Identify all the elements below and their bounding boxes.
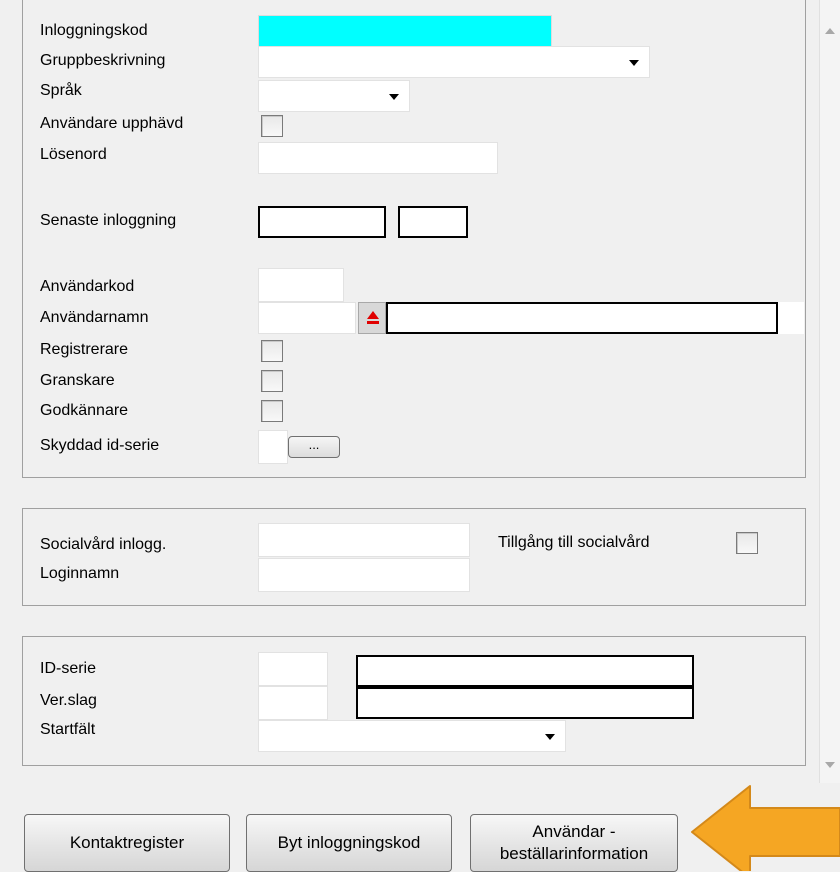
reviewer-checkbox[interactable] — [261, 370, 283, 392]
user-orderer-label-line1: Användar - — [532, 822, 616, 841]
user-revoked-checkbox[interactable] — [261, 115, 283, 137]
approver-label: Godkännare — [40, 402, 129, 419]
change-login-code-button[interactable]: Byt inloggningskod — [246, 814, 452, 872]
eject-icon[interactable] — [358, 302, 386, 334]
chevron-down-icon — [389, 94, 399, 100]
start-field-select[interactable] — [258, 720, 566, 752]
social-login-input[interactable] — [258, 523, 470, 557]
user-revoked-label: Användare upphävd — [40, 115, 184, 132]
voucher-type-code-input[interactable] — [258, 686, 328, 720]
contact-register-label: Kontaktregister — [69, 833, 185, 852]
social-access-label: Tillgång till socialvård — [498, 534, 650, 551]
user-code-label: Användarkod — [40, 278, 135, 295]
registrar-checkbox[interactable] — [261, 340, 283, 362]
approver-checkbox[interactable] — [261, 400, 283, 422]
scroll-down-icon[interactable] — [825, 762, 835, 768]
last-login-label: Senaste inloggning — [40, 212, 177, 229]
user-name-label: Användarnamn — [40, 309, 149, 326]
social-access-checkbox[interactable] — [736, 532, 758, 554]
browse-button[interactable]: ... — [288, 436, 340, 458]
protected-id-series-label: Skyddad id-serie — [40, 437, 160, 454]
scroll-up-icon[interactable] — [825, 28, 835, 34]
protected-id-series-input[interactable] — [258, 430, 288, 464]
change-login-code-label: Byt inloggningskod — [277, 833, 421, 852]
group-description-label: Gruppbeskrivning — [40, 52, 166, 69]
password-input[interactable] — [258, 142, 498, 174]
user-orderer-info-button[interactable]: Användar - beställarinformation — [470, 814, 678, 872]
password-label: Lösenord — [40, 146, 107, 163]
user-name-filler — [778, 302, 804, 334]
last-login-date-field — [258, 206, 386, 238]
registrar-label: Registrerare — [40, 341, 129, 358]
chevron-down-icon — [545, 734, 555, 740]
user-name-code-input[interactable] — [258, 302, 356, 334]
user-orderer-label-line2: beställarinformation — [499, 844, 649, 863]
arrow-left-icon — [691, 785, 840, 871]
language-select[interactable] — [258, 80, 410, 112]
user-name-field — [386, 302, 778, 334]
id-series-label: ID-serie — [40, 660, 97, 677]
id-series-description-field — [356, 655, 694, 687]
chevron-down-icon — [629, 60, 639, 66]
language-label: Språk — [40, 82, 82, 99]
login-code-input[interactable] — [258, 15, 552, 47]
social-login-label: Socialvård inlogg. — [40, 536, 167, 553]
login-name-label: Loginnamn — [40, 565, 120, 582]
group-description-select[interactable] — [258, 46, 650, 78]
id-series-code-input[interactable] — [258, 652, 328, 686]
start-field-label: Startfält — [40, 721, 96, 738]
voucher-type-description-field — [356, 687, 694, 719]
reviewer-label: Granskare — [40, 372, 115, 389]
last-login-time-field — [398, 206, 468, 238]
contact-register-button[interactable]: Kontaktregister — [24, 814, 230, 872]
voucher-type-label: Ver.slag — [40, 692, 97, 709]
vertical-scrollbar[interactable] — [819, 0, 840, 783]
user-code-input[interactable] — [258, 268, 344, 302]
login-code-label: Inloggningskod — [40, 22, 148, 39]
login-name-input[interactable] — [258, 558, 470, 592]
